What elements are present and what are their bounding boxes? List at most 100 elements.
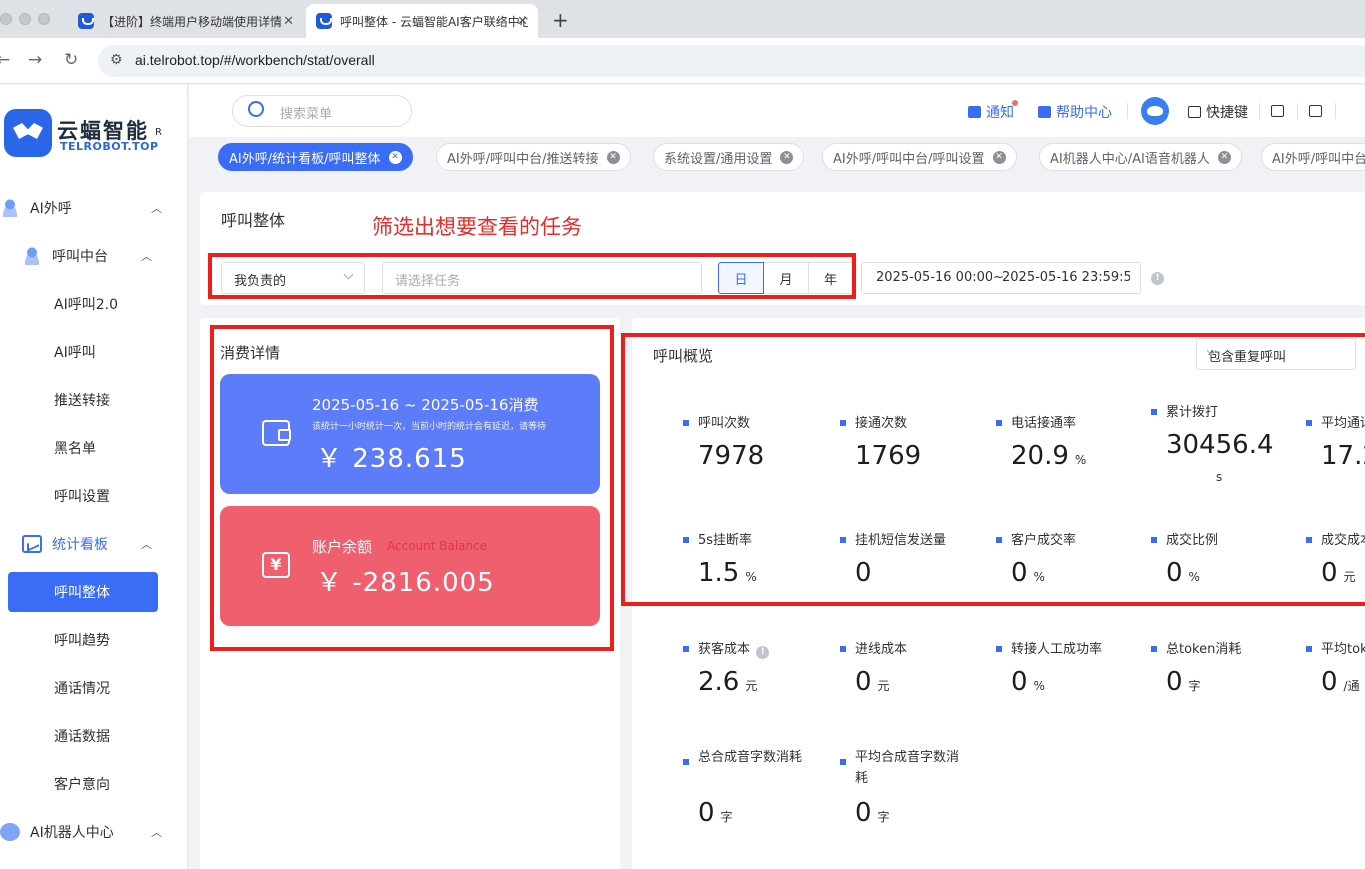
page-tags-bar: AI外呼/统计看板/呼叫整体 ✕ AI外呼/呼叫中台/推送转接 ✕ 系统设置/通用设… [189,137,1365,179]
close-icon[interactable]: ✕ [517,14,528,29]
annotation-box-overview [621,333,1365,606]
metric-label: 获客成本 ! [682,639,822,660]
metric-value: 0 [698,798,715,828]
keyboard-icon [1188,106,1201,118]
page-tag[interactable]: 系统设置/通用设置 ✕ [653,143,805,171]
back-arrow-icon[interactable]: ← [0,50,10,70]
metric-label: 平均token [1305,639,1365,660]
site-favicon-icon [316,13,332,29]
sidebar-item-label: AI呼叫2.0 [54,297,118,313]
sidebar-item-call-settings[interactable]: 呼叫设置 [0,476,188,516]
sidebar-item-label: AI机器人中心 [30,825,114,841]
page-tag-label: AI外呼/呼叫中台/推送转接 [447,151,599,167]
users-icon [0,199,20,217]
page-tag[interactable]: AI外呼/呼叫中台/推送转接 ✕ [436,143,631,171]
sidebar-item-label: 呼叫整体 [54,585,110,601]
date-end[interactable]: 2025-05-16 23:59:59 [1002,270,1130,285]
sidebar-item-call-status[interactable]: 通话情况 [0,668,188,708]
metric-label-text: 获客成本 [698,642,751,657]
metric-unit: /通 [1343,679,1360,693]
sidebar-item-ai-robot-center[interactable]: AI机器人中心 ︿ [0,812,188,852]
sidebar-item-label: AI呼叫 [54,345,96,361]
metric-unit: 元 [745,679,758,693]
sidebar-item-call-data[interactable]: 通话数据 [0,716,188,756]
address-bar: ← → ↻ ⚙ ai.telrobot.top/#/workbench/stat… [0,38,1365,84]
info-icon[interactable]: ! [1151,272,1164,285]
close-icon[interactable]: ✕ [283,14,294,29]
notify-label: 通知 [986,105,1014,121]
brand-logo [4,109,52,157]
sidebar-item-label: 呼叫设置 [54,489,110,505]
notify-button[interactable]: 通知 [968,100,1018,122]
sidebar-item-call-overall[interactable]: 呼叫整体 [0,572,188,612]
sidebar-item-call-trend[interactable]: 呼叫趋势 [0,620,188,660]
help-center-button[interactable]: 帮助中心 [1038,102,1112,122]
close-icon[interactable]: ✕ [1217,150,1231,164]
sidebar-item-stats-board[interactable]: 统计看板 ︿ [0,524,188,564]
page-tag-label: 系统设置/通用设置 [664,151,773,167]
window-close-button[interactable] [0,13,12,25]
page-tag[interactable]: AI机器人中心/AI语音机器人 ✕ [1039,143,1242,171]
divider [1127,103,1128,119]
url-text[interactable]: ai.telrobot.top/#/workbench/stat/overall [135,52,375,68]
browser-tab[interactable]: 【进阶】终端用户移动端使用详情 ✕ [68,4,304,38]
annotation-box-consumption [210,325,614,651]
close-icon[interactable]: ✕ [780,150,794,164]
period-day-button[interactable]: 日 [718,262,764,294]
reload-icon[interactable]: ↻ [64,50,78,70]
metric-label: 总token消耗 [1150,639,1290,660]
avatar[interactable] [1141,97,1169,125]
sidebar-item-label: 通话情况 [54,681,110,697]
new-tab-button[interactable]: + [552,8,569,32]
info-icon[interactable]: ! [756,646,770,659]
fullscreen-icon[interactable] [1309,105,1322,117]
sidebar: 云蝠智能 R TELROBOT.TOP AI外呼 ︿ 呼叫中台 ︿ AI呼叫2.… [0,85,188,869]
browser-tab-active[interactable]: 呼叫整体 - 云蝠智能AI客户联络中心 ✕ [306,4,538,38]
site-favicon-icon [78,13,94,29]
sidebar-item-customer-intent[interactable]: 客户意向 [0,764,188,804]
window-minimize-button[interactable] [19,13,31,25]
close-icon[interactable]: ✕ [388,150,402,164]
chevron-up-icon: ︿ [141,538,152,551]
sidebar-item-call-center[interactable]: 呼叫中台 ︿ [0,236,188,276]
browser-tab-title: 呼叫整体 - 云蝠智能AI客户联络中心 [340,14,528,29]
sidebar-item-blacklist[interactable]: 黑名单 [0,428,188,468]
browser-tab-bar: 【进阶】终端用户移动端使用详情 ✕ 呼叫整体 - 云蝠智能AI客户联络中心 ✕ … [0,0,1365,38]
sidebar-item-label: 呼叫中台 [52,249,108,265]
date-range-picker[interactable]: 2025-05-16 00:00:00 ~ 2025-05-16 23:59:5… [861,262,1141,294]
sidebar-item-label: 推送转接 [54,393,110,409]
metric-unit: 字 [877,810,890,824]
metric-unit: 字 [720,810,733,824]
sidebar-item-ai-outbound[interactable]: AI外呼 ︿ [0,188,188,228]
chart-icon [22,535,42,553]
forward-arrow-icon[interactable]: → [28,50,42,70]
window-maximize-button[interactable] [38,13,50,25]
metric-value: 2.6 [698,667,740,697]
shortcut-button[interactable]: 快捷键 [1188,102,1248,122]
site-settings-icon[interactable]: ⚙ [110,52,123,68]
menu-search-input[interactable]: 搜索菜单 [232,95,412,127]
close-icon[interactable]: ✕ [606,150,620,164]
page-title: 呼叫整体 [221,211,286,230]
metric-unit: % [1033,679,1045,693]
chevron-up-icon: ︿ [141,250,152,263]
sidebar-item-ai-call-2[interactable]: AI呼叫2.0 [0,284,188,324]
metric-value: 0 [1011,667,1028,697]
screen-icon[interactable] [1271,105,1284,117]
page-tag[interactable]: AI外呼/呼叫中台/呼叫设置 ✕ [822,143,1017,171]
sidebar-item-push-transfer[interactable]: 推送转接 [0,380,188,420]
users-icon [22,247,42,265]
metric-value: 0 [855,798,872,828]
page-tag-active[interactable]: AI外呼/统计看板/呼叫整体 ✕ [218,143,413,171]
date-start[interactable]: 2025-05-16 00:00:00 [876,270,992,285]
help-center-label: 帮助中心 [1056,105,1112,121]
url-field[interactable]: ⚙ ai.telrobot.top/#/workbench/stat/overa… [98,45,1365,77]
top-header: 搜索菜单 通知 帮助中心 快捷键 [189,85,1365,137]
close-icon[interactable]: ✕ [992,150,1006,164]
unread-dot [1012,100,1018,106]
sidebar-item-label: 呼叫趋势 [54,633,110,649]
page-tag[interactable]: AI外呼/呼叫中台✕ [1261,143,1365,171]
sidebar-item-label: 统计看板 [52,537,108,553]
book-icon [1038,106,1051,118]
sidebar-item-ai-call[interactable]: AI呼叫 [0,332,188,372]
